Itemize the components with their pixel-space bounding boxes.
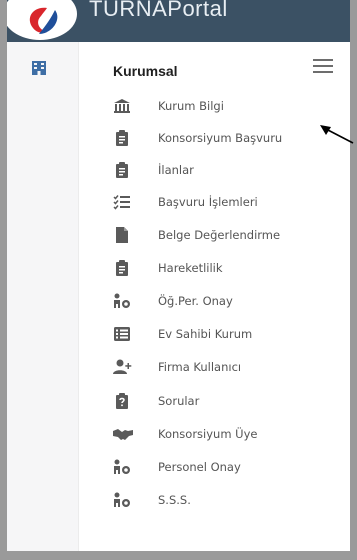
handshake-icon [113,426,133,442]
user-approve-icon [113,459,131,475]
menu-item-label: Konsorsiyum Başvuru [158,131,283,145]
pointer-arrow-icon [318,123,354,149]
menu-item-label: Öğ.Per. Onay [158,294,233,308]
menu-item-label: İlanlar [158,163,194,177]
menu-item-basvuru-islemleri[interactable]: Başvuru İşlemleri [80,188,350,218]
institution-icon [113,98,131,114]
left-rail [7,42,79,551]
user-plus-icon [113,359,132,375]
top-header: TURNAPortal [7,0,350,42]
list-icon [113,326,131,342]
app-window: TURNAPortal Kurumsal Kurum Bilgi Konsors… [7,0,350,551]
menu-item-label: Kurum Bilgi [158,99,224,113]
menu-item-konsorsiyum-uye[interactable]: Konsorsiyum Üye [80,420,350,450]
turna-logo-icon[interactable] [7,0,77,40]
menu-item-label: Hareketlilik [158,261,223,275]
menu-item-firma-kullanici[interactable]: Firma Kullanıcı [80,353,350,383]
clipboard-icon [113,130,131,146]
menu-item-konsorsiyum-basvuru[interactable]: Konsorsiyum Başvuru [80,124,350,154]
menu-item-ilanlar[interactable]: İlanlar [80,156,350,186]
menu-item-sorular[interactable]: Sorular [80,387,350,417]
app-title[interactable]: TURNAPortal [89,0,228,22]
clipboard-icon [113,162,131,178]
menu-item-label: S.S.S. [158,493,191,507]
menu-item-belge-degerlendirme[interactable]: Belge Değerlendirme [80,221,350,251]
menu-item-label: Firma Kullanıcı [158,360,242,374]
user-approve-icon [113,492,131,508]
hamburger-icon[interactable] [313,58,333,74]
menu-item-label: Başvuru İşlemleri [158,195,258,209]
menu-item-kurum-bilgi[interactable]: Kurum Bilgi [80,92,350,122]
side-menu-panel: Kurumsal Kurum Bilgi Konsorsiyum Başvuru [80,42,350,551]
menu-item-label: Belge Değerlendirme [158,228,281,242]
menu-item-og-per-onay[interactable]: Öğ.Per. Onay [80,287,350,317]
menu-item-personel-onay[interactable]: Personel Onay [80,453,350,483]
menu-item-label: Personel Onay [158,460,241,474]
user-approve-icon [113,293,131,309]
menu-item-label: Sorular [158,394,200,408]
question-clipboard-icon [113,393,131,409]
menu-item-label: Konsorsiyum Üye [158,427,258,441]
file-icon [113,227,131,243]
section-title: Kurumsal [113,63,178,79]
menu-item-label: Ev Sahibi Kurum [158,327,253,341]
menu-item-hareketlilik[interactable]: Hareketlilik [80,254,350,284]
building-icon[interactable] [31,60,47,80]
menu-item-ev-sahibi-kurum[interactable]: Ev Sahibi Kurum [80,320,350,350]
menu-item-sss[interactable]: S.S.S. [80,486,350,516]
checklist-icon [113,194,131,210]
clipboard-icon [113,260,131,276]
